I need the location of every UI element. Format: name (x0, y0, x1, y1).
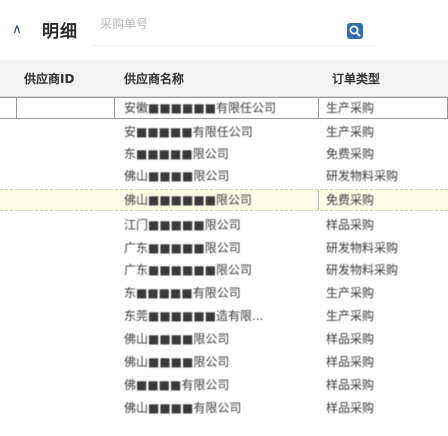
table-row[interactable]: 安徽■■■■■■有限任公司 生产采购 (0, 97, 448, 119)
order-type-cell: 生产采购 (326, 309, 375, 323)
table-row[interactable]: 广东■■■■■■限公司 研发物料采购 (0, 260, 448, 280)
section-title: 明细 (42, 22, 78, 42)
table-row[interactable]: 安■■■■■有限任公司 生产采购 (0, 122, 448, 142)
supplier-name-cell: 安■■■■■有限任公司 (124, 125, 253, 139)
table-row[interactable]: 佛山■■■■有限公司 样品采购 (0, 398, 448, 418)
table-row[interactable]: 东莞■■■■■■造有限... 生产采购 (0, 306, 448, 326)
table-row[interactable]: 东■■■■■有限公司 生产采购 (0, 283, 448, 303)
column-header-supplier-id[interactable]: 供应商ID (24, 70, 74, 87)
supplier-name-cell: 佛山■■■■限公司 (124, 169, 230, 183)
table-body: 安徽■■■■■■有限任公司 生产采购 安■■■■■有限任公司 生产采购 东■■■… (0, 97, 448, 436)
order-type-cell: 研发物料采购 (326, 169, 399, 183)
order-type-cell: 生产采购 (326, 286, 375, 300)
column-header-order-type[interactable]: 订单类型 (332, 70, 380, 87)
supplier-name-cell: 东莞■■■■■■造有限... (124, 309, 264, 323)
table-row[interactable]: 佛山■■■■限公司 研发物料采购 (0, 166, 448, 186)
supplier-name-cell: 佛山■■■■有限公司 (124, 401, 242, 415)
table-row[interactable]: 佛■■■■有限公司 样品采购 (0, 375, 448, 395)
supplier-name-cell: 佛山■■■■限公司 (124, 332, 230, 346)
order-type-cell: 免费采购 (326, 193, 375, 207)
table-row[interactable]: 东■■■■■限公司 免费采购 (0, 144, 448, 164)
table-header: 供应商ID 供应商名称 订单类型 (0, 60, 448, 97)
supplier-name-cell: 广东■■■■■限公司 (124, 241, 241, 255)
table-row[interactable]: 江门■■■■■限公司 样品采购 (0, 215, 448, 235)
supplier-name-cell: 东■■■■■有限公司 (124, 286, 241, 300)
order-type-cell: 样品采购 (326, 378, 375, 392)
supplier-name-cell: 东■■■■■限公司 (124, 147, 229, 161)
supplier-name-cell: 佛山■■■■限公司 (124, 355, 230, 369)
order-type-cell: 样品采购 (326, 332, 375, 346)
section-header: ∧ 明细 (0, 0, 448, 56)
column-header-supplier-name[interactable]: 供应商名称 (124, 70, 184, 87)
order-type-cell: 样品采购 (326, 401, 375, 415)
order-type-cell: 样品采购 (326, 355, 375, 369)
order-type-cell: 研发物料采购 (326, 263, 399, 277)
collapse-toggle-icon[interactable]: ∧ (8, 20, 26, 38)
supplier-name-cell: 广东■■■■■■限公司 (124, 263, 253, 277)
search-input[interactable] (92, 8, 374, 40)
order-type-cell: 研发物料采购 (326, 241, 399, 255)
search-icon[interactable] (346, 22, 364, 40)
table-row[interactable]: 广东■■■■■限公司 研发物料采购 (0, 238, 448, 258)
supplier-name-cell: 佛山■■■■■■限公司 (124, 193, 253, 207)
supplier-name-cell: 江门■■■■■限公司 (124, 218, 241, 232)
order-type-cell: 样品采购 (326, 218, 375, 232)
search-underline (92, 45, 374, 46)
supplier-name-cell: 安徽■■■■■■有限任公司 (124, 101, 277, 115)
table-row[interactable]: 佛山■■■■限公司 样品采购 (0, 329, 448, 349)
supplier-name-cell: 佛■■■■有限公司 (124, 378, 230, 392)
order-type-cell: 生产采购 (326, 125, 375, 139)
table-row[interactable]: 佛山■■■■限公司 样品采购 (0, 352, 448, 372)
order-type-cell: 生产采购 (326, 101, 375, 115)
table-row[interactable]: 佛山■■■■■■限公司 免费采购 (0, 189, 448, 211)
order-type-cell: 免费采购 (326, 147, 375, 161)
